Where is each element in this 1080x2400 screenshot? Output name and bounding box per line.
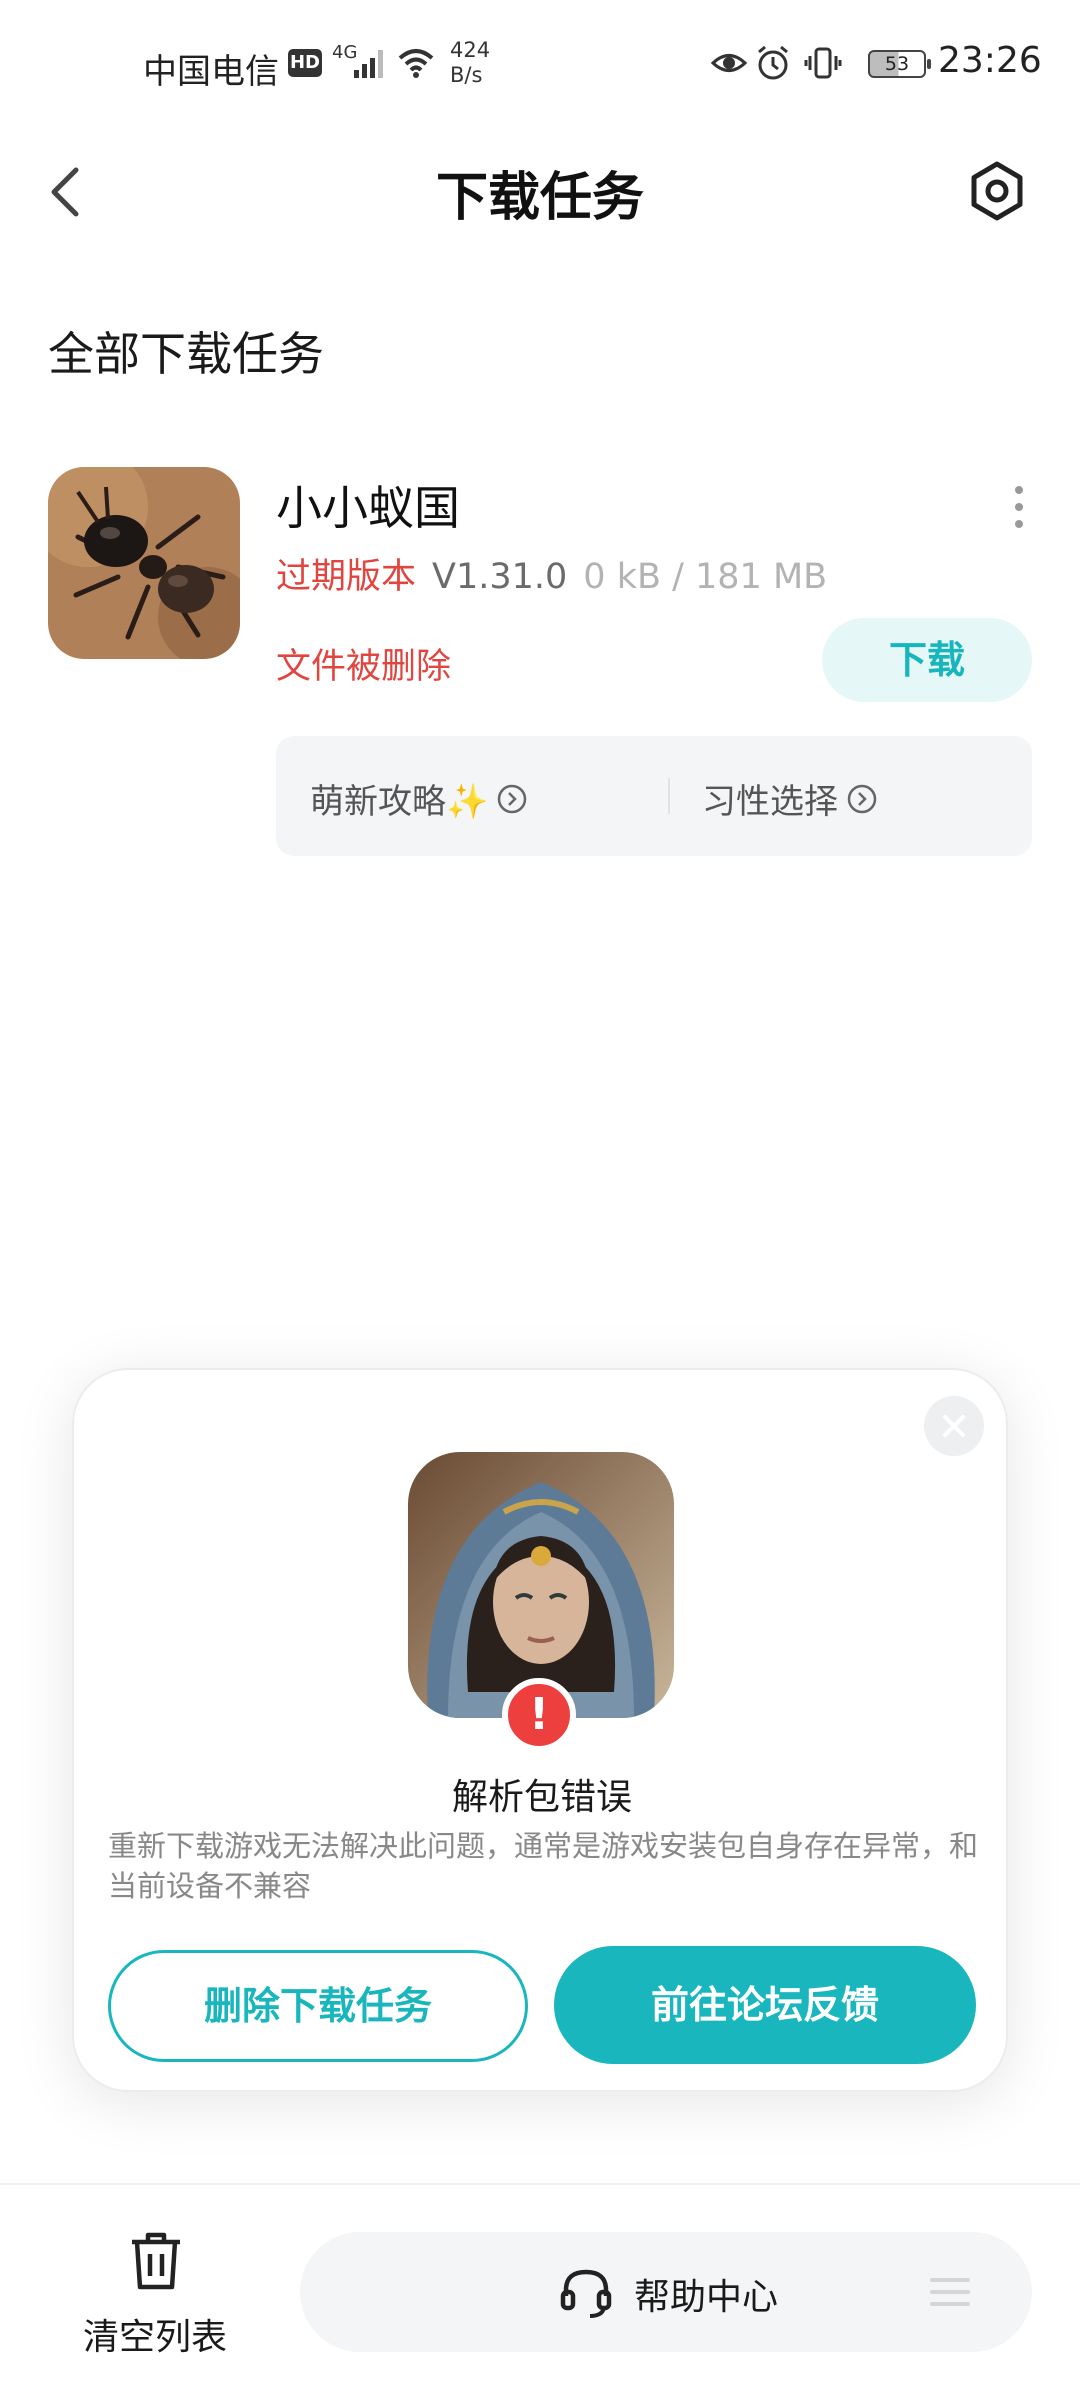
help-center-label: 帮助中心 [634,2277,779,2318]
app-meta: 过期版本 V1.31.0 0 kB / 181 MB [276,548,827,599]
clock: 23:26 [938,40,1042,81]
chevron-circle-icon [498,784,527,813]
app-icon-ant[interactable] [48,467,240,659]
menu-icon[interactable] [930,2274,970,2310]
settings-icon[interactable] [966,160,1028,222]
carrier-name: 中国电信 [143,52,279,92]
wifi-icon [398,49,434,78]
error-badge-icon: ! [502,1678,576,1752]
status-bar: 中国电信 HD 4G 424 B/s 53 23:26 [0,0,1080,130]
status-icons: 53 23:26 [710,40,1080,90]
trash-icon [132,2232,180,2290]
tip-label: 习性选择 [702,782,838,822]
ant-image [48,467,240,659]
alarm-icon [758,45,788,80]
more-options-icon[interactable] [1004,482,1034,532]
clear-list-button[interactable]: 清空列表 [60,2230,250,2370]
eye-icon [710,54,748,72]
app-name[interactable]: 小小蚁国 [276,472,460,538]
tip-beginner-guide[interactable]: 萌新攻略✨ [310,774,528,823]
dialog-title: 解析包错误 [451,1777,632,1818]
speed-unit: B/s [450,63,483,87]
size-label: 0 kB / 181 MB [583,557,828,597]
forum-feedback-button[interactable]: 前往论坛反馈 [554,1946,976,2064]
help-center-button[interactable]: 帮助中心 [300,2232,1032,2352]
divider [668,778,670,814]
network-speed: 424 B/s [450,38,490,88]
battery-icon: 53 [868,50,931,78]
signal-icon [354,50,383,78]
hd-badge: HD [288,49,322,77]
file-status: 文件被删除 [276,647,452,687]
version-label: V1.31.0 [432,557,568,597]
speed-value: 424 [450,38,491,62]
vibrate-icon [804,47,842,79]
tips-card: 萌新攻略✨ 习性选择 [276,736,1032,856]
error-dialog: ! 解析包错误 重新下载游戏无法解决此问题，通常是游戏安装包自身存在异常，和当前… [72,1368,1008,2092]
tip-label: 萌新攻略✨ [310,782,489,822]
clear-list-label: 清空列表 [82,2317,227,2358]
download-button[interactable]: 下载 [822,618,1032,702]
tip-habit-select[interactable]: 习性选择 [702,774,878,823]
expired-label: 过期版本 [276,557,417,597]
close-icon[interactable] [924,1396,984,1456]
chevron-circle-icon [847,784,877,813]
section-title: 全部下载任务 [48,327,324,381]
divider [0,2183,1080,2185]
delete-task-button[interactable]: 删除下载任务 [108,1950,528,2062]
headset-icon [560,2269,612,2318]
page-title: 下载任务 [435,168,644,228]
dialog-description: 重新下载游戏无法解决此问题，通常是游戏安装包自身存在异常，和当前设备不兼容 [108,1829,979,1903]
